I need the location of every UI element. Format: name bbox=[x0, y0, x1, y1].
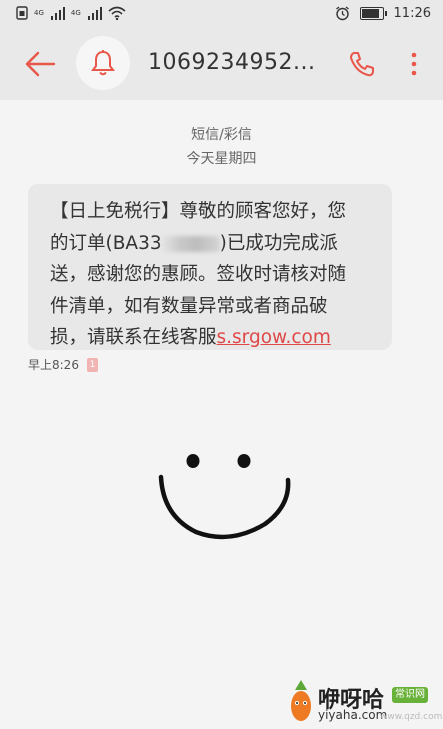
message-line: 【日上免税行】尊敬的顾客您好，您 bbox=[50, 201, 347, 222]
watermark-url-faint: www.qzd.com bbox=[380, 712, 443, 722]
phone-icon[interactable] bbox=[348, 50, 376, 78]
conversation-header: 1069234952... bbox=[0, 28, 443, 100]
message-text: 的订单(BA33 bbox=[50, 232, 162, 254]
sim-badge: 1 bbox=[86, 357, 98, 372]
message-timestamp-row: 早上8:26 1 bbox=[28, 356, 98, 373]
notification-toggle-button[interactable] bbox=[76, 36, 130, 90]
status-bar: 4G 4G 11:26 bbox=[0, 0, 443, 28]
message-timestamp: 早上8:26 bbox=[28, 358, 79, 372]
status-time: 11:26 bbox=[393, 6, 431, 21]
signal-icon bbox=[50, 6, 65, 20]
conversation-title: 1069234952... bbox=[148, 50, 316, 75]
watermark-badge: 常识网 bbox=[392, 687, 428, 703]
back-arrow-icon[interactable] bbox=[24, 50, 56, 78]
message-line: 损，请联系在线客服s.srgow.com bbox=[50, 322, 374, 354]
message-line: 的订单(BA33 )已成功完成派 bbox=[50, 228, 374, 260]
message-text: )已成功完成派 bbox=[219, 232, 338, 254]
redacted-order-number bbox=[161, 235, 220, 252]
sim2-network-tag: 4G bbox=[70, 8, 81, 17]
wifi-icon bbox=[108, 6, 126, 20]
watermark-url: yiyaha.com bbox=[318, 708, 388, 722]
message-line: 件清单，如有数量异常或者商品破 bbox=[50, 295, 328, 317]
sim-icon bbox=[16, 6, 28, 20]
message-text: 损，请联系在线客服 bbox=[50, 327, 217, 348]
alarm-icon bbox=[335, 6, 349, 21]
battery-icon bbox=[359, 7, 387, 20]
signal-icon-2 bbox=[87, 6, 102, 20]
date-label: 今天星期四 bbox=[186, 151, 257, 167]
sim1-network-tag: 4G bbox=[34, 8, 44, 17]
more-vert-icon[interactable] bbox=[404, 50, 424, 78]
channel-label: 短信/彩信 bbox=[191, 127, 252, 143]
message-line: 送，感谢您的惠顾。签收时请核对随 bbox=[50, 264, 347, 285]
message-link[interactable]: s.srgow.com bbox=[217, 327, 331, 348]
smiley-drawing bbox=[158, 454, 291, 540]
message-bubble[interactable]: 【日上免税行】尊敬的顾客您好，您 的订单(BA33 )已成功完成派 送，感谢您的惠… bbox=[28, 184, 392, 350]
bell-icon bbox=[91, 50, 115, 76]
